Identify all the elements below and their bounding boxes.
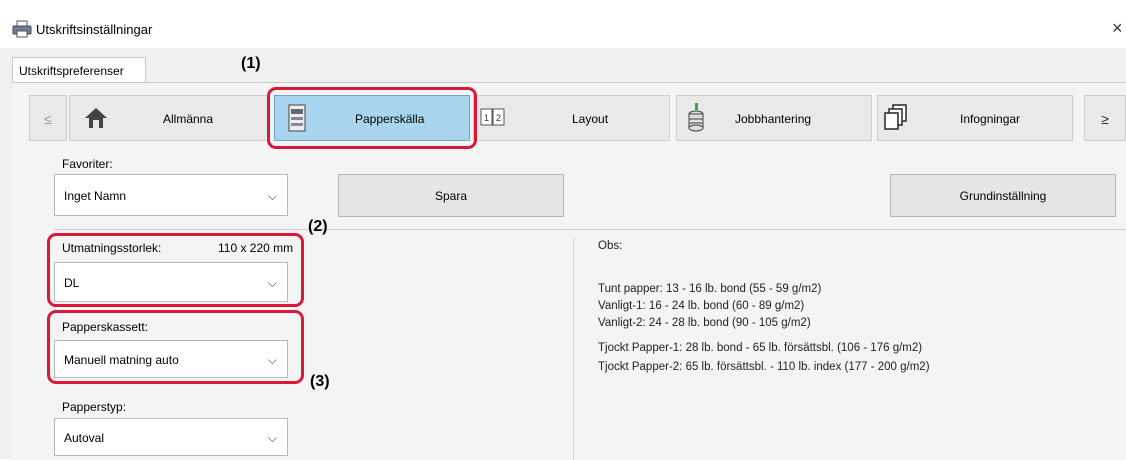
highlight-box-2 bbox=[47, 233, 304, 307]
paper-type-select[interactable]: Autoval ⌵ bbox=[54, 418, 288, 456]
nav-item-label: Allmänna bbox=[163, 112, 214, 126]
notes-title: Obs: bbox=[598, 240, 623, 252]
nav-item-label: Layout bbox=[572, 112, 609, 126]
favorites-value: Inget Namn bbox=[64, 189, 127, 203]
notes-line: Tjockt Papper-2: 65 lb. försättsbl. - 11… bbox=[598, 361, 930, 373]
svg-text:2: 2 bbox=[496, 113, 501, 123]
nav-item-allmanna[interactable]: Allmänna bbox=[69, 95, 268, 141]
notes-line: Vanligt-1: 16 - 24 lb. bond (60 - 89 g/m… bbox=[598, 300, 805, 312]
favorites-label: Favoriter: bbox=[62, 157, 113, 171]
favorites-select[interactable]: Inget Namn ⌵ bbox=[54, 174, 288, 216]
nav-item-jobbhantering[interactable]: Jobbhantering bbox=[676, 95, 872, 141]
section-divider bbox=[54, 229, 1126, 230]
insert-pages-icon bbox=[884, 104, 907, 130]
paper-type-value: Autoval bbox=[64, 431, 105, 445]
callout-2: (2) bbox=[308, 218, 328, 235]
nav-item-label: Jobbhantering bbox=[735, 112, 812, 126]
default-settings-button[interactable]: Grundinställning bbox=[890, 174, 1116, 217]
nav-item-label: Infogningar bbox=[960, 112, 1021, 126]
chevron-down-icon: ⌵ bbox=[267, 431, 277, 445]
callout-3: (3) bbox=[310, 373, 330, 390]
column-divider bbox=[573, 238, 574, 459]
tab-utskriftspreferenser[interactable]: Utskriftspreferenser bbox=[12, 57, 146, 83]
notes-line: Vanligt-2: 24 - 28 lb. bond (90 - 105 g/… bbox=[598, 317, 811, 329]
layout-icon: 1 2 bbox=[480, 108, 505, 126]
nav-prev-button[interactable]: ≤ bbox=[29, 95, 67, 141]
job-stack-icon bbox=[688, 103, 704, 132]
title-bar bbox=[0, 0, 1126, 48]
notes-line: Tjockt Papper-1: 28 lb. bond - 65 lb. fö… bbox=[598, 342, 923, 354]
save-button[interactable]: Spara bbox=[338, 174, 564, 217]
printer-icon bbox=[12, 20, 32, 38]
notes-line: Tunt papper: 13 - 16 lb. bond (55 - 59 g… bbox=[598, 283, 822, 295]
close-button[interactable]: × bbox=[1112, 18, 1123, 39]
highlight-box-3 bbox=[47, 310, 304, 384]
nav-item-infogningar[interactable]: Infogningar bbox=[877, 95, 1073, 141]
callout-1: (1) bbox=[241, 55, 261, 72]
highlight-box-1 bbox=[267, 87, 477, 149]
nav-item-layout[interactable]: 1 2 Layout bbox=[473, 95, 670, 141]
home-icon bbox=[85, 108, 107, 128]
paper-type-label: Papperstyp: bbox=[62, 400, 127, 414]
window-title: Utskriftsinställningar bbox=[36, 22, 153, 37]
chevron-down-icon: ⌵ bbox=[267, 189, 277, 203]
nav-next-button[interactable]: ≥ bbox=[1084, 95, 1126, 141]
svg-text:1: 1 bbox=[484, 113, 489, 123]
